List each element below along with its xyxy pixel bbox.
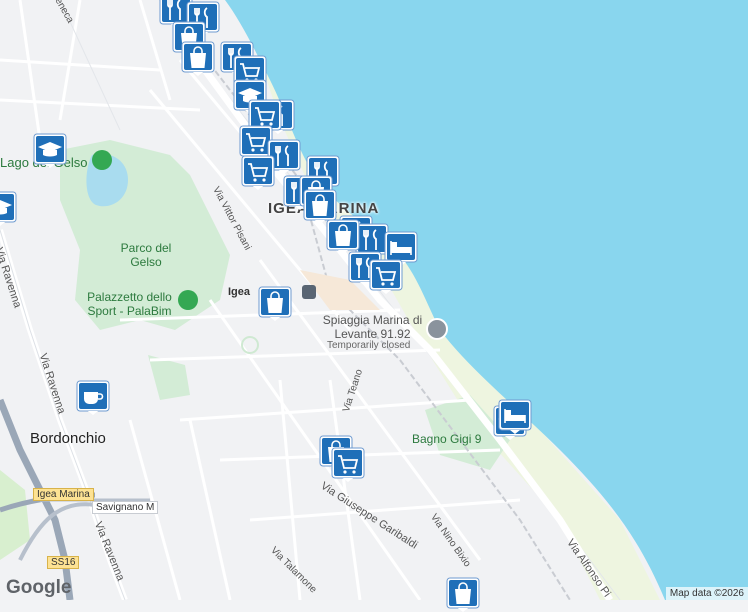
beach-label-spiaggia: Spiaggia Marina di Levante 91.92 <box>322 313 423 341</box>
map-attribution[interactable]: Map data ©2026 <box>665 587 748 600</box>
shopping-bag-icon <box>181 41 215 76</box>
poi-marker[interactable] <box>240 154 276 190</box>
road-shield-igea-marina: Igea Marina <box>33 488 94 501</box>
shopping-bag-icon <box>258 286 292 321</box>
map-canvas[interactable]: IGEA MARINA Bordonchio Parco del Gelso L… <box>0 0 748 612</box>
poi-marker[interactable] <box>497 398 533 434</box>
poi-marker[interactable] <box>257 285 293 321</box>
poi-marker[interactable] <box>325 218 361 254</box>
beach-pin-icon[interactable] <box>426 318 448 340</box>
poi-marker[interactable] <box>0 190 18 226</box>
poi-marker[interactable] <box>75 379 111 415</box>
shopping-cart-icon <box>331 447 365 482</box>
google-logo[interactable]: Google <box>6 577 71 599</box>
park-label-parco-del-gelso: Parco del Gelso <box>120 241 172 269</box>
place-label-bagno-gigi: Bagno Gigi 9 <box>412 432 482 446</box>
shopping-bag-icon <box>446 577 480 612</box>
poi-marker[interactable] <box>445 576 481 612</box>
road-shield-ss16: SS16 <box>47 556 80 569</box>
bed-icon <box>498 399 532 434</box>
poi-marker[interactable] <box>32 132 68 168</box>
shopping-bag-icon <box>326 219 360 254</box>
beach-status-label: Temporarily closed <box>327 340 411 351</box>
coffee-cup-icon <box>76 380 110 415</box>
sports-venue-icon[interactable] <box>178 290 198 310</box>
shopping-cart-icon <box>241 155 275 190</box>
shopping-cart-icon <box>369 259 403 294</box>
town-label-bordonchio: Bordonchio <box>30 430 106 447</box>
poi-marker[interactable] <box>368 258 404 294</box>
station-label-igea: Igea <box>228 286 251 298</box>
road-shield-savignano: Savignano M <box>92 501 159 514</box>
park-tree-icon[interactable] <box>92 150 112 170</box>
poi-marker[interactable] <box>180 40 216 76</box>
poi-marker[interactable] <box>330 446 366 482</box>
venue-label-palazzetto: Palazzetto dello Sport - PalaBim <box>87 290 172 318</box>
train-station-icon[interactable] <box>302 285 316 299</box>
graduation-cap-icon <box>33 133 67 168</box>
graduation-cap-icon <box>0 191 17 226</box>
